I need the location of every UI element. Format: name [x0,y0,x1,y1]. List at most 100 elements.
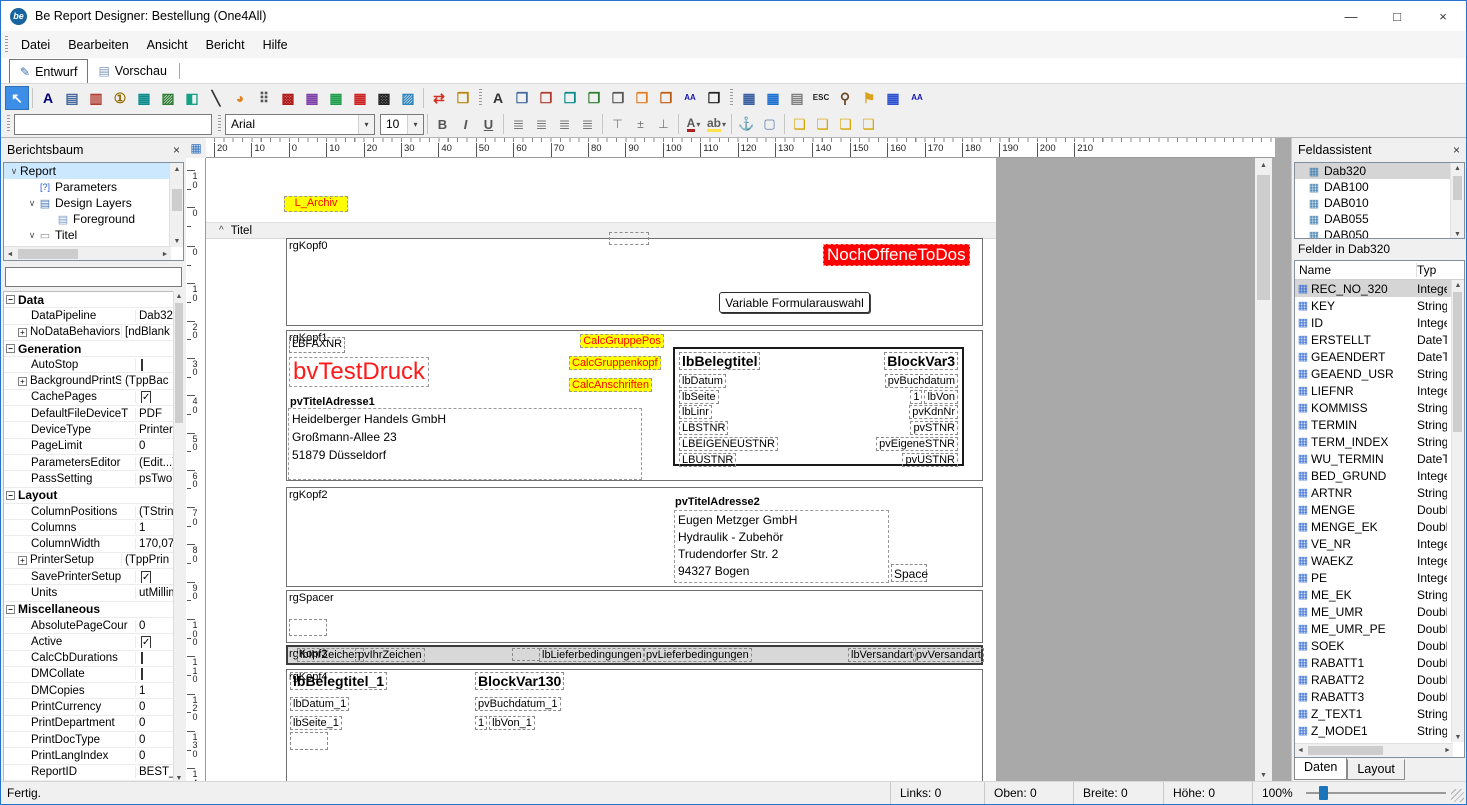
prop-row-pagelimit[interactable]: PageLimit0 [4,439,183,455]
fields-column-typ[interactable]: Typ [1417,263,1436,277]
menu-item-hilfe[interactable]: Hilfe [254,34,297,56]
field-row-ve_nr[interactable]: ▦VE_NRInteger [1295,535,1464,552]
map-tool[interactable]: ⚑ [857,86,881,110]
addr2-caption[interactable]: pvTitelAdresse2 [675,496,760,508]
dp-image-tool[interactable]: ❐ [582,86,606,110]
prop-row-dmcollate[interactable]: DMCollate [4,667,183,683]
dp-chart-tool[interactable]: ❐ [630,86,654,110]
expand-icon[interactable]: + [18,377,27,386]
kopf4-placeholder-box[interactable] [290,732,328,750]
font-color-dropdown-icon[interactable]: ▾ [696,120,700,129]
block-row-lbustnr[interactable]: LBUSTNRpvUSTNR [675,453,962,468]
field-row-waekz[interactable]: ▦WAEKZInteger [1295,552,1464,569]
block-row-lblinr[interactable]: lbLinrpvKdnNr [675,405,962,420]
prop-row-columnpositions[interactable]: ColumnPositions(TString [4,504,183,520]
exit-tool[interactable]: ❒ [451,86,475,110]
field-row-artnr[interactable]: ▦ARTNRString [1295,484,1464,501]
table-tool[interactable]: ▦ [761,86,785,110]
barcode2d-tool[interactable]: ▩ [372,86,396,110]
field-row-wu_termin[interactable]: ▦WU_TERMINDateTime [1295,450,1464,467]
block-title-left[interactable]: lbBelegtitel [679,352,760,370]
field-row-erstellt[interactable]: ▦ERSTELLTDateTime [1295,331,1464,348]
band-collapse-icon[interactable]: ^ [219,225,224,236]
block2-title-right[interactable]: BlockVar130 [475,672,564,690]
block-title-right[interactable]: BlockVar3 [884,352,958,370]
testdruck-label[interactable]: bvTestDruck [289,357,429,387]
addr1-memo[interactable]: Heidelberger Handels GmbHGroßmann-Allee … [288,408,642,480]
bring-to-front-button[interactable]: ❏ [788,113,811,135]
dataset-item-dab100[interactable]: ▦DAB100 [1295,179,1464,195]
search-tool[interactable]: ⚲ [833,86,857,110]
field-row-me_umr_pe[interactable]: ▦ME_UMR_PEDouble [1295,620,1464,637]
prop-section-generation[interactable]: −Generation [4,341,183,357]
swap-arrows-tool[interactable]: ⇄ [427,86,451,110]
tree-item-design-layers[interactable]: ∨▤Design Layers [4,195,171,211]
tree-item-parameters[interactable]: [?]Parameters [4,179,171,195]
prop-row-active[interactable]: Active✓ [4,634,183,650]
field-row-termin[interactable]: ▦TERMINString [1295,416,1464,433]
menu-item-ansicht[interactable]: Ansicht [138,34,197,56]
block-row-value[interactable]: lbVon [924,390,958,404]
highlight-color-dropdown-icon[interactable]: ▾ [722,120,726,129]
font-size-tool[interactable]: AA [678,86,702,110]
block-row-value[interactable]: pvEigeneSTNR [876,437,958,451]
archiv-label[interactable]: L_Archiv [284,196,348,212]
db-image-tool[interactable]: ▨ [396,86,420,110]
fields-vscrollbar[interactable]: ▲ ▼ [1451,280,1464,742]
region-rgkopf2[interactable]: rgKopf2 pvTitelAdresse2 Eugen Metzger Gm… [286,487,983,587]
field-row-rabatt2[interactable]: ▦RABATT2Double [1295,671,1464,688]
prop-row-columns[interactable]: Columns1 [4,520,183,536]
field-row-geaendert[interactable]: ▦GEAENDERTDateTime [1295,348,1464,365]
block-row-value[interactable]: pvKdnNr [909,405,958,419]
menu-grip[interactable] [5,36,8,54]
tab-entwurf[interactable]: ✎ Entwurf [9,59,88,83]
prop-row-defaultfiledevicet[interactable]: DefaultFileDeviceTPDF [4,406,183,422]
object-selector-combo[interactable] [14,114,212,135]
font-size-combo[interactable]: 10▾ [380,114,424,135]
spacer-placeholder-box[interactable] [289,619,327,636]
calc-label-2[interactable]: CalcGruppenkopf [569,356,661,370]
prop-row-passsetting[interactable]: PassSettingpsTwoPa [4,471,183,487]
prop-row-datapipeline[interactable]: DataPipelineDab320 [4,308,183,324]
kopf4-row-value[interactable]: lbVon_1 [489,716,535,730]
align-justify-button[interactable]: ≣ [576,113,599,135]
prop-row-reportid[interactable]: ReportIDBEST_00 [4,765,183,781]
border-button[interactable]: ▢ [758,113,781,135]
collapse-icon[interactable]: − [6,605,15,614]
prop-section-miscellaneous[interactable]: −Miscellaneous [4,602,183,618]
collapse-icon[interactable]: − [6,344,15,353]
report-tree-hscrollbar[interactable]: ◄ ► [4,246,171,260]
kopf3-item-lbversandart[interactable]: lbVersandart [848,648,916,662]
menu-item-datei[interactable]: Datei [12,34,59,56]
object-filter-input[interactable] [5,267,182,287]
richtext-tool[interactable]: ▥ [84,86,108,110]
field-row-kommiss[interactable]: ▦KOMMISSString [1295,399,1464,416]
field-row-me_ek[interactable]: ▦ME_EKString [1295,586,1464,603]
fields-header-row[interactable]: Name Typ [1295,261,1464,280]
subreport-tool[interactable]: ▦ [737,86,761,110]
underline-button[interactable]: U [477,113,500,135]
barcode-tool[interactable]: ⠿ [252,86,276,110]
dp-memo-tool[interactable]: ❐ [510,86,534,110]
kopf4-row-lbdatum_1[interactable]: lbDatum_1pvBuchdatum_1 [287,697,982,712]
calculator-tool[interactable]: ▦ [348,86,372,110]
format-toolbar-grip[interactable] [7,115,10,133]
chevron-down-icon[interactable]: ∨ [26,230,38,241]
checkbox-icon[interactable]: ✓ [141,636,151,648]
close-button[interactable]: × [1420,1,1466,31]
maximize-button[interactable]: □ [1374,1,1420,31]
dataset-tree-scrollbar[interactable]: ▲ ▼ [1450,163,1464,239]
tree-item-report[interactable]: ∨Report [4,163,171,179]
send-to-back-button[interactable]: ❏ [811,113,834,135]
line-tool[interactable]: ╲ [204,86,228,110]
memo-file-tool[interactable]: ▤ [785,86,809,110]
prop-row-units[interactable]: UnitsutMillime [4,585,183,601]
space-label[interactable]: Space [891,564,927,582]
prop-row-printdepartment[interactable]: PrintDepartment0 [4,716,183,732]
block-row-lbstnr[interactable]: LBSTNRpvSTNR [675,421,962,436]
prop-row-dmcopies[interactable]: DMCopies1 [4,683,183,699]
toolbar-grip[interactable] [479,89,482,107]
region-rgkopf3[interactable]: rgKopf3 lbIhrZeichenpvIhrZeichenlbLiefer… [286,645,983,665]
field-row-bed_grund[interactable]: ▦BED_GRUNDInteger [1295,467,1464,484]
field-row-menge_ek[interactable]: ▦MENGE_EKDouble [1295,518,1464,535]
